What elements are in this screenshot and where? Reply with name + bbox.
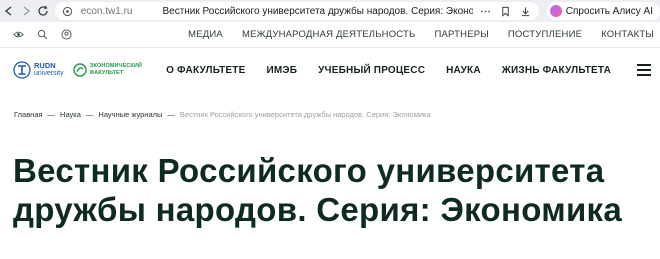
utility-icons	[12, 29, 72, 41]
nav-item-study-process[interactable]: УЧЕБНЫЙ ПРОЦЕСС	[318, 65, 425, 76]
main-navigation: О ФАКУЛЬТЕТЕ ИМЭБ УЧЕБНЫЙ ПРОЦЕСС НАУКА …	[166, 65, 611, 76]
alice-icon	[549, 5, 562, 17]
page-title: Вестник Российского университета дружбы …	[13, 152, 623, 228]
download-icon[interactable]	[519, 4, 533, 18]
econ-emblem-icon	[72, 63, 87, 77]
util-link-international[interactable]: МЕЖДУНАРОДНАЯ ДЕЯТЕЛЬНОСТЬ	[242, 29, 416, 40]
breadcrumb-home[interactable]: Главная	[14, 110, 43, 119]
browser-toolbar: econ.tw1.ru Вестник Российского универси…	[0, 0, 660, 22]
address-url[interactable]: econ.tw1.ru	[81, 6, 133, 17]
user-icon[interactable]	[60, 29, 72, 41]
breadcrumb-separator: —	[85, 110, 94, 119]
breadcrumb-separator: —	[47, 110, 56, 119]
rudn-emblem-icon	[13, 61, 31, 79]
breadcrumb-separator: —	[167, 110, 175, 119]
address-bar[interactable]: econ.tw1.ru Вестник Российского универси…	[54, 2, 539, 20]
site-header: RUDN university ЭКОНОМИЧЕСКИЙ ФАКУЛЬТЕТ …	[0, 48, 660, 92]
nav-item-science[interactable]: НАУКА	[446, 65, 481, 76]
rudn-logo[interactable]: RUDN university	[13, 61, 64, 79]
breadcrumb-current: Вестник Российского университета дружбы …	[179, 110, 431, 119]
utility-bar: МЕДИА МЕЖДУНАРОДНАЯ ДЕЯТЕЛЬНОСТЬ ПАРТНЕР…	[0, 22, 660, 48]
breadcrumb: Главная — Наука — Научные журналы — Вест…	[14, 110, 431, 119]
rudn-logo-text: RUDN	[34, 61, 56, 70]
econ-logo-line2: ФАКУЛЬТЕТ	[89, 70, 124, 76]
econ-logo-line1: ЭКОНОМИЧЕСКИЙ	[89, 63, 142, 69]
back-icon[interactable]	[2, 1, 17, 21]
nav-item-faculty-life[interactable]: ЖИЗНЬ ФАКУЛЬТЕТА	[502, 65, 611, 76]
forward-icon[interactable]	[19, 1, 34, 21]
bookmark-icon[interactable]	[499, 4, 513, 18]
util-link-contacts[interactable]: КОНТАКТЫ	[601, 29, 654, 40]
nav-item-imeb[interactable]: ИМЭБ	[267, 65, 298, 76]
utility-links: МЕДИА МЕЖДУНАРОДНАЯ ДЕЯТЕЛЬНОСТЬ ПАРТНЕР…	[188, 29, 654, 40]
rudn-logo-subtext: university	[34, 70, 64, 77]
breadcrumb-journals[interactable]: Научные журналы	[98, 110, 162, 119]
ask-alice-label: Спросить Алису AI	[565, 5, 653, 17]
more-icon[interactable]	[479, 4, 493, 18]
page-tab-title: Вестник Российского университета дружбы …	[162, 5, 473, 17]
menu-icon[interactable]	[637, 64, 651, 76]
search-icon[interactable]	[36, 29, 48, 41]
site-info-icon[interactable]	[61, 4, 75, 18]
nav-item-about-faculty[interactable]: О ФАКУЛЬТЕТЕ	[166, 65, 245, 76]
util-link-media[interactable]: МЕДИА	[188, 29, 223, 40]
econ-faculty-logo[interactable]: ЭКОНОМИЧЕСКИЙ ФАКУЛЬТЕТ	[72, 63, 142, 77]
eye-icon[interactable]	[12, 29, 24, 41]
util-link-partners[interactable]: ПАРТНЕРЫ	[434, 29, 488, 40]
reload-icon[interactable]	[36, 1, 51, 21]
ask-alice-button[interactable]: Спросить Алису AI	[546, 2, 660, 20]
util-link-admission[interactable]: ПОСТУПЛЕНИЕ	[508, 29, 582, 40]
breadcrumb-science[interactable]: Наука	[60, 110, 81, 119]
